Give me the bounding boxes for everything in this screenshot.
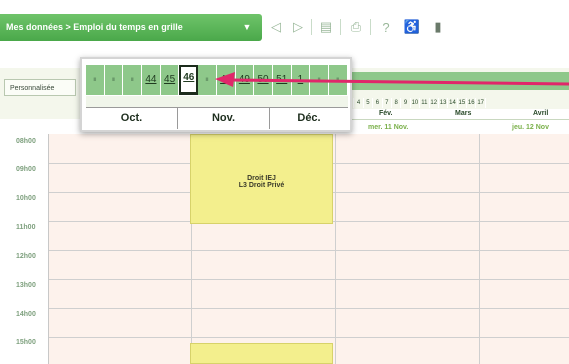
hour-line xyxy=(49,250,569,251)
pointer-arrow-icon xyxy=(215,72,569,87)
month-label: Fév. xyxy=(379,110,393,117)
print-icon[interactable]: ⎙ xyxy=(346,17,366,37)
week-number[interactable]: 5 xyxy=(364,98,374,108)
zoom-week[interactable]: 44 xyxy=(142,65,161,95)
week-number[interactable]: 12 xyxy=(430,98,439,108)
hour-label: 14h00 xyxy=(16,311,36,318)
hour-label: 08h00 xyxy=(16,138,36,145)
week-number[interactable]: 13 xyxy=(439,98,449,108)
week-number[interactable]: 9 xyxy=(401,98,411,108)
zoom-week[interactable]: ∎ xyxy=(86,65,105,95)
week-number[interactable]: 10 xyxy=(411,98,421,108)
month-label: Avril xyxy=(533,110,549,117)
mode-label: Personnalisée xyxy=(10,85,55,92)
week-number[interactable]: 17 xyxy=(476,98,486,108)
course-block[interactable] xyxy=(190,343,333,364)
zoom-month-label: Nov. xyxy=(178,108,270,129)
week-number[interactable]: 6 xyxy=(373,98,383,108)
zoom-month-row: Oct. Nov. Déc. xyxy=(86,107,348,129)
hour-label: 15h00 xyxy=(16,339,36,346)
hour-label: 13h00 xyxy=(16,282,36,289)
help-icon[interactable]: ? xyxy=(376,17,396,37)
hour-line xyxy=(49,337,569,338)
hour-label: 12h00 xyxy=(16,253,36,260)
day-label: mer. 11 Nov. xyxy=(368,124,409,131)
hour-line xyxy=(49,308,569,309)
day-label: jeu. 12 Nov xyxy=(512,124,549,131)
chevron-down-icon[interactable]: ▼ xyxy=(238,19,256,35)
zoom-month-label: Déc. xyxy=(297,112,321,124)
course-block[interactable]: Droit IEJ L3 Droit Privé xyxy=(190,134,333,224)
calendar-icon[interactable]: ▤ xyxy=(316,17,336,37)
week-number[interactable]: 8 xyxy=(392,98,402,108)
week-number[interactable]: 11 xyxy=(420,98,430,108)
hour-label: 09h00 xyxy=(16,166,36,173)
phone-icon[interactable]: ▮ xyxy=(428,17,448,37)
week-number[interactable]: 7 xyxy=(383,98,392,108)
zoom-week[interactable]: 45 xyxy=(161,65,180,95)
day-column-line xyxy=(479,134,480,364)
title-tab[interactable]: Mes données > Emploi du temps en grille xyxy=(0,14,262,41)
selected-week[interactable]: 46 xyxy=(179,65,199,95)
week-number[interactable]: 14 xyxy=(448,98,458,108)
zoom-divider xyxy=(86,95,348,107)
prev-icon[interactable]: ◁ xyxy=(266,17,286,37)
zoom-month-label: Oct. xyxy=(86,108,178,129)
week-number[interactable]: 15 xyxy=(458,98,468,108)
toolbar-divider xyxy=(370,19,371,35)
month-row: Fév. Mars Avril xyxy=(345,109,569,120)
month-label: Mars xyxy=(455,110,472,117)
week-numbers: 34567891011121314151617 xyxy=(345,98,486,108)
page-title: Mes données > Emploi du temps en grille xyxy=(6,22,183,32)
toolbar-divider xyxy=(311,19,312,35)
title-bar: Mes données > Emploi du temps en grille … xyxy=(0,14,569,41)
week-number[interactable]: 4 xyxy=(354,98,364,108)
week-number[interactable]: 16 xyxy=(467,98,477,108)
zoom-week[interactable]: ∎ xyxy=(198,65,217,95)
hour-label: 11h00 xyxy=(16,224,36,231)
toolbar-divider xyxy=(340,19,341,35)
day-column-line xyxy=(335,134,336,364)
accessibility-icon[interactable]: ♿ xyxy=(402,17,422,37)
hour-label: 10h00 xyxy=(16,195,36,202)
hour-line xyxy=(49,279,569,280)
next-icon[interactable]: ▷ xyxy=(288,17,308,37)
course-group: L3 Droit Privé xyxy=(238,182,285,189)
zoom-week[interactable]: ∎ xyxy=(105,65,124,95)
zoom-week[interactable]: ∎ xyxy=(123,65,143,95)
course-title: Droit IEJ xyxy=(247,175,276,182)
